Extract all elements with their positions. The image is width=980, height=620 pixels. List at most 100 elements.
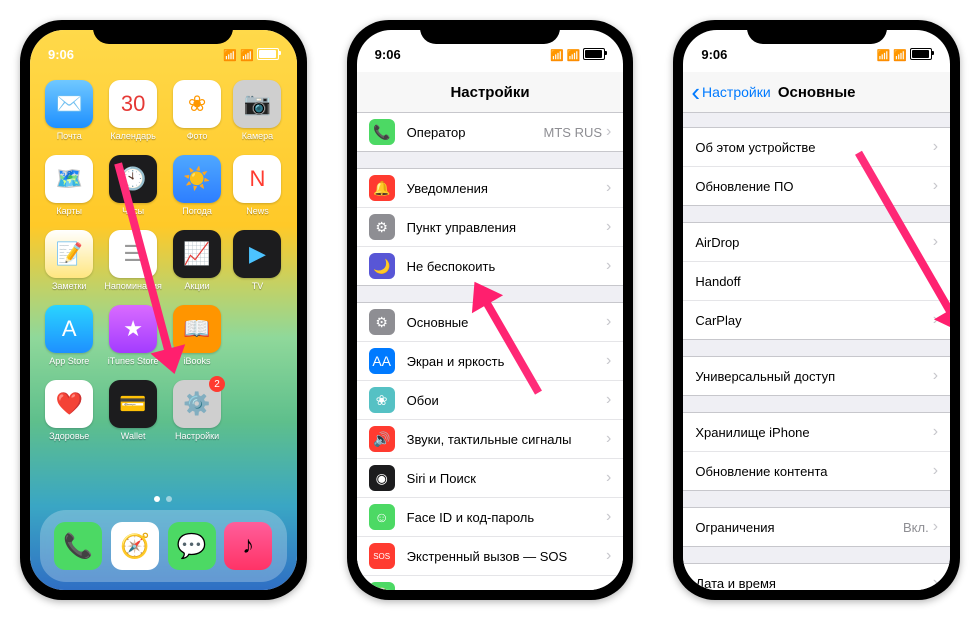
app-icon[interactable]: ❤️Здоровье [44, 380, 94, 441]
chevron-icon: › [606, 547, 611, 565]
chevron-icon: › [933, 177, 938, 195]
app-glyph: 📷 [233, 80, 281, 128]
app-icon[interactable]: 🗺️Карты [44, 155, 94, 216]
row-icon: AA [369, 348, 395, 374]
row-label: Обновление ПО [695, 179, 932, 194]
general-row[interactable]: ОграниченияВкл.› [683, 508, 950, 546]
app-icon[interactable]: ⚙️2Настройки [172, 380, 222, 441]
general-row[interactable]: AirDrop› [683, 223, 950, 262]
wifi-icon [240, 47, 254, 62]
row-label: Оператор [407, 125, 544, 140]
row-value: MTS RUS [544, 125, 603, 140]
phone-3: 9:06 Настройки Основные Об этом устройст… [673, 20, 960, 600]
dock-music[interactable]: ♪ [224, 522, 272, 570]
app-icon[interactable]: ☀️Погода [172, 155, 222, 216]
app-icon[interactable]: NNews [232, 155, 282, 216]
back-button[interactable]: Настройки [691, 84, 770, 100]
general-row[interactable]: Дата и время› [683, 564, 950, 590]
dock-safari[interactable]: 🧭 [111, 522, 159, 570]
app-icon[interactable]: 💳Wallet [104, 380, 161, 441]
home-screen: 9:06 ✉️Почта30Календарь❀Фото📷Камера🗺️Кар… [30, 30, 297, 590]
app-icon[interactable]: 📷Камера [232, 80, 282, 141]
settings-row[interactable]: 🔔Уведомления› [357, 169, 624, 208]
app-glyph: ☀️ [173, 155, 221, 203]
app-label: Настройки [175, 431, 219, 441]
settings-list[interactable]: 📞ОператорMTS RUS› 🔔Уведомления› ⚙ Пункт упр… [357, 113, 624, 590]
row-icon: ⚙ [369, 214, 395, 240]
row-label: Обновление контента [695, 464, 932, 479]
general-row[interactable]: Универсальный доступ› [683, 357, 950, 395]
row-label: Об этом устройстве [695, 140, 932, 155]
row-carrier[interactable]: 📞ОператорMTS RUS› [357, 113, 624, 151]
app-glyph: 30 [109, 80, 157, 128]
settings-row[interactable]: 🔋Аккумулятор› [357, 576, 624, 590]
phone-1: 9:06 ✉️Почта30Календарь❀Фото📷Камера🗺️Кар… [20, 20, 307, 600]
app-icon[interactable]: ▶TV [232, 230, 282, 291]
app-icon[interactable]: AApp Store [44, 305, 94, 366]
app-icon[interactable]: 🕙Часы [104, 155, 161, 216]
app-glyph: ▶ [233, 230, 281, 278]
app-icon[interactable]: 30Календарь [104, 80, 161, 141]
row-icon: ❀ [369, 387, 395, 413]
app-glyph: 🗺️ [45, 155, 93, 203]
nav-title: Основные [778, 84, 856, 101]
app-icon[interactable]: ☰Напоминания [104, 230, 161, 291]
app-icon[interactable]: 📝Заметки [44, 230, 94, 291]
settings-row[interactable]: 🔊Звуки, тактильные сигналы› [357, 420, 624, 459]
row-icon: 🔔 [369, 175, 395, 201]
chevron-icon: › [933, 233, 938, 251]
settings-row[interactable]: 🌙Не беспокоить› [357, 247, 624, 285]
row-label: Siri и Поиск [407, 471, 606, 486]
cellular-icon [550, 47, 564, 62]
row-label: Хранилище iPhone [695, 425, 932, 440]
row-label: Дата и время [695, 576, 932, 591]
settings-row[interactable]: SOSЭкстренный вызов — SOS› [357, 537, 624, 576]
row-label: Пункт управления [407, 220, 606, 235]
app-icon[interactable]: ✉️Почта [44, 80, 94, 141]
dock-phone[interactable]: 📞 [54, 522, 102, 570]
row-icon: ⚙ [369, 309, 395, 335]
settings-row[interactable]: ◉Siri и Поиск› [357, 459, 624, 498]
general-row[interactable]: Хранилище iPhone› [683, 413, 950, 452]
status-time: 9:06 [701, 47, 727, 62]
chevron-icon: › [933, 367, 938, 385]
chevron-icon: › [606, 469, 611, 487]
settings-row[interactable]: ☺Face ID и код-пароль› [357, 498, 624, 537]
phone-2: 9:06 Настройки 📞ОператорMTS RUS›🔔Уведомл… [347, 20, 634, 600]
chevron-icon: › [933, 138, 938, 156]
row-icon: 🔋 [369, 582, 395, 590]
general-row[interactable]: Об этом устройстве› [683, 128, 950, 167]
general-screen: 9:06 Настройки Основные Об этом устройст… [683, 30, 950, 590]
general-row[interactable]: CarPlay› [683, 301, 950, 339]
app-icon[interactable]: ❀Фото [172, 80, 222, 141]
general-list[interactable]: Об этом устройстве›Обновление ПО›AirDrop… [683, 113, 950, 590]
general-row[interactable]: Обновление ПО› [683, 167, 950, 205]
general-row[interactable]: Handoff› [683, 262, 950, 301]
settings-row[interactable]: ⚙Пункт управления› [357, 208, 624, 247]
battery-icon [910, 48, 932, 60]
row-label: Face ID и код-пароль [407, 510, 606, 525]
app-icon[interactable]: 📈Акции [172, 230, 222, 291]
general-row[interactable]: Обновление контента› [683, 452, 950, 490]
app-icon[interactable]: ★iTunes Store [104, 305, 161, 366]
battery-icon [583, 48, 605, 60]
chevron-icon: › [606, 352, 611, 370]
settings-row[interactable]: ⚙Основные› [357, 303, 624, 342]
app-glyph: 📝 [45, 230, 93, 278]
row-label: Универсальный доступ [695, 369, 932, 384]
dock: 📞🧭💬♪ [40, 510, 287, 582]
settings-screen: 9:06 Настройки 📞ОператорMTS RUS›🔔Уведомл… [357, 30, 624, 590]
app-label: App Store [49, 356, 89, 366]
app-icon[interactable]: 📖iBooks [172, 305, 222, 366]
row-label: Аккумулятор [407, 588, 606, 591]
dock-messages[interactable]: 💬 [168, 522, 216, 570]
row-label: Обои [407, 393, 606, 408]
settings-row[interactable]: AAЭкран и яркость› [357, 342, 624, 381]
chevron-icon: › [606, 123, 611, 141]
settings-row[interactable]: ❀Обои› [357, 381, 624, 420]
row-label: Звуки, тактильные сигналы [407, 432, 606, 447]
row-icon: SOS [369, 543, 395, 569]
chevron-icon: › [933, 311, 938, 329]
app-label: iTunes Store [108, 356, 159, 366]
app-glyph: ☰ [109, 230, 157, 278]
